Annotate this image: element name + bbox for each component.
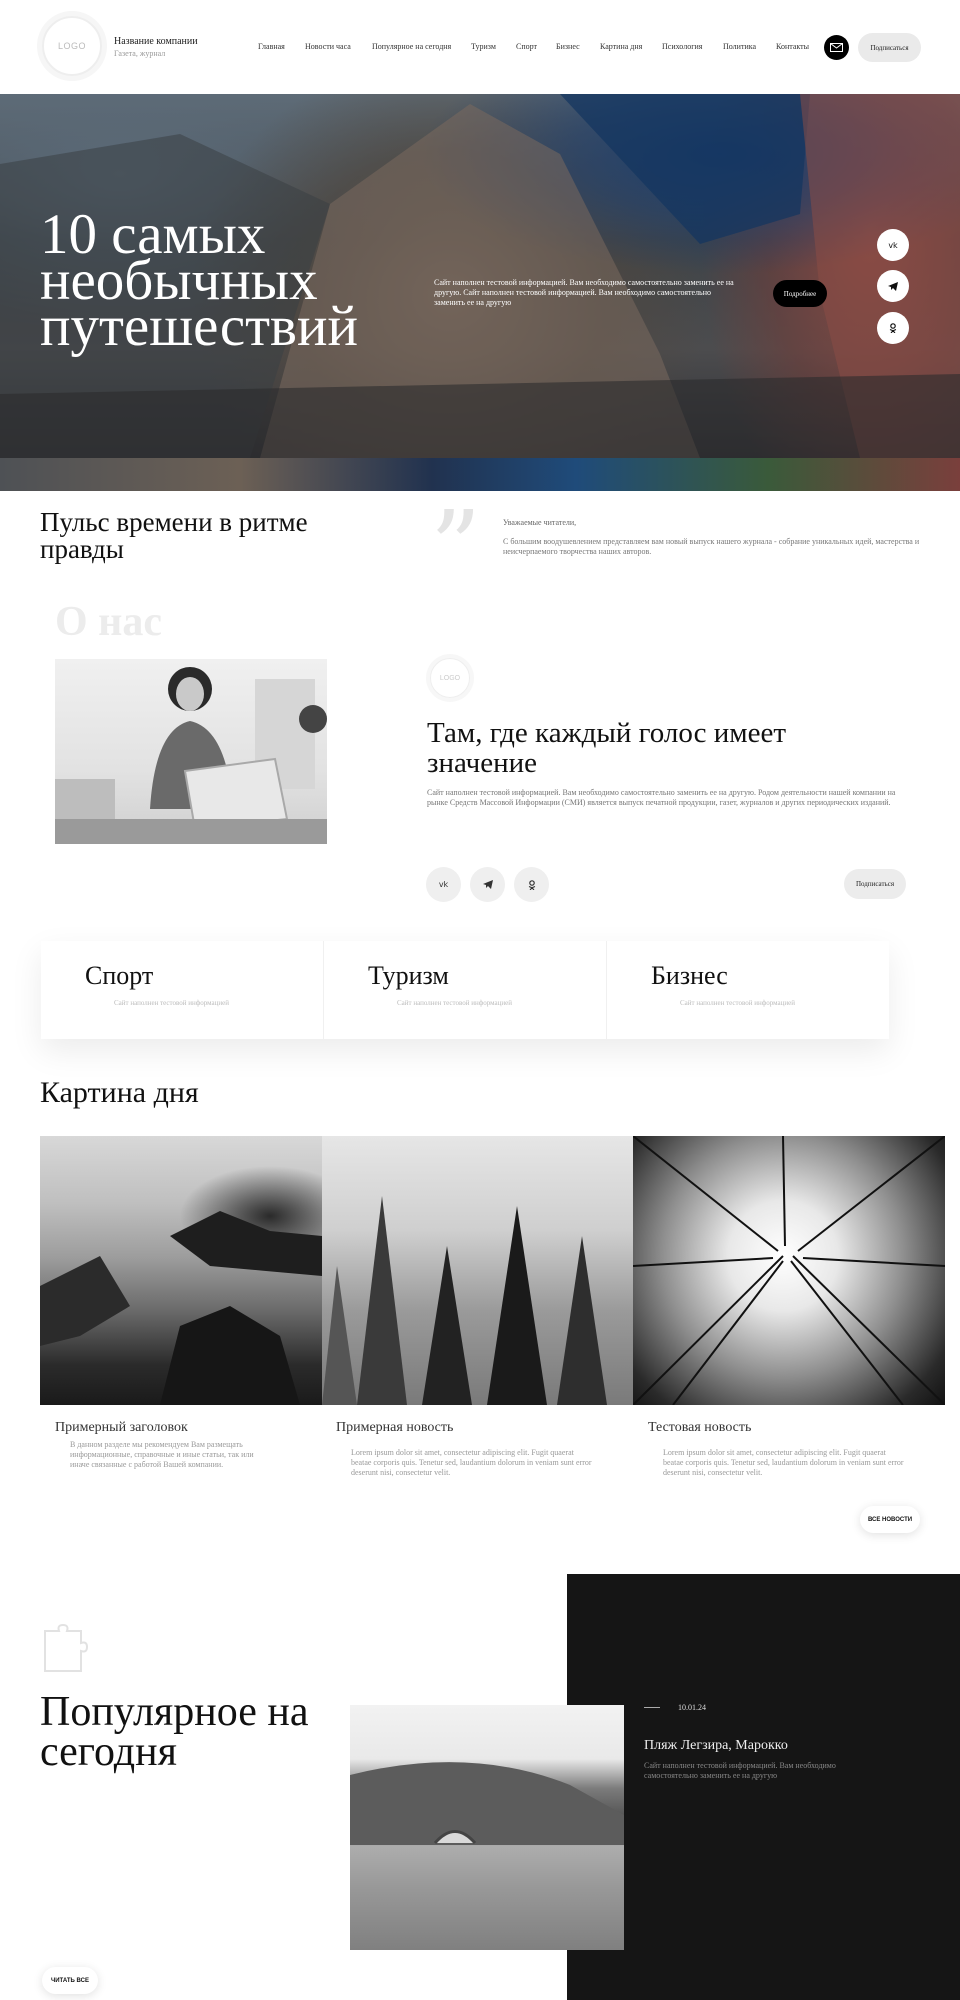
header-subscribe-button[interactable]: Подписаться: [858, 33, 921, 62]
about-vk-button[interactable]: vk: [426, 867, 461, 902]
hero-ok-button[interactable]: [877, 312, 909, 344]
logo-text: LOGO: [57, 41, 86, 51]
nav-item-tourism[interactable]: Туризм: [471, 42, 496, 51]
nav-item-contacts[interactable]: Контакты: [776, 42, 809, 51]
about-photo: [55, 659, 327, 844]
hero-bottom-strip-image: [0, 458, 960, 491]
about-text: Сайт наполнен тестовой информацией. Вам …: [427, 788, 896, 807]
nav-item-home[interactable]: Главная: [258, 42, 285, 51]
nav-item-sport[interactable]: Спорт: [516, 42, 537, 51]
hero-title: 10 самых необычных путешествий: [40, 203, 358, 358]
date-divider-line: [644, 1707, 660, 1708]
news-image-forest[interactable]: [322, 1136, 633, 1405]
category-subtitle: Сайт наполнен тестовой информацией: [397, 999, 513, 1007]
company-name: Название компании: [114, 36, 198, 47]
nav-item-business[interactable]: Бизнес: [556, 42, 580, 51]
news-title[interactable]: Примерный заголовок: [55, 1420, 188, 1436]
about-background-title: О нас: [55, 599, 163, 645]
hero-more-button[interactable]: Подробнее: [773, 280, 827, 307]
category-tourism[interactable]: Туризм Сайт наполнен тестовой информацие…: [324, 941, 607, 1039]
telegram-icon: [482, 880, 493, 889]
news-title[interactable]: Тестовая новость: [648, 1420, 751, 1436]
news-text: Lorem ipsum dolor sit amet, consectetur …: [351, 1448, 592, 1477]
news-title[interactable]: Примерная новость: [336, 1420, 453, 1436]
popular-title: Популярное на сегодня: [40, 1689, 309, 1775]
popular-image-beach[interactable]: [350, 1705, 624, 1950]
puzzle-icon: [44, 1623, 89, 1672]
popular-headline[interactable]: Пляж Легзира, Марокко: [644, 1738, 788, 1754]
about-subscribe-button[interactable]: Подписаться: [844, 869, 906, 899]
about-ok-button[interactable]: [514, 867, 549, 902]
ok-icon: [528, 879, 535, 890]
nav-item-politics[interactable]: Политика: [723, 42, 756, 51]
category-sport[interactable]: Спорт Сайт наполнен тестовой информацией: [41, 941, 324, 1039]
nav-item-news[interactable]: Новости часа: [305, 42, 351, 51]
nav-item-day-picture[interactable]: Картина дня: [600, 42, 642, 51]
ok-icon: [889, 323, 897, 333]
news-text: Lorem ipsum dolor sit amet, consectetur …: [663, 1448, 904, 1477]
tree-canopy-image: [632, 1135, 946, 1406]
mail-icon: [830, 43, 843, 52]
news-image-canopy[interactable]: [632, 1135, 946, 1406]
day-picture-title: Картина дня: [40, 1076, 199, 1109]
news-text: В данном разделе мы рекомендуем Вам разм…: [70, 1440, 254, 1469]
about-telegram-button[interactable]: [470, 867, 505, 902]
read-all-button[interactable]: ЧИТАТЬ ВСЕ: [42, 1967, 98, 1994]
rocks-image: [40, 1211, 322, 1405]
nav-item-popular[interactable]: Популярное на сегодня: [372, 42, 451, 51]
hero-text: Сайт наполнен тестовой информацией. Вам …: [434, 278, 734, 307]
woman-laptop-image: [55, 667, 327, 844]
about-logo: LOGO: [430, 658, 470, 698]
logo[interactable]: LOGO: [42, 16, 102, 76]
company-block: Название компании Газета, журнал: [114, 36, 198, 60]
popular-text: Сайт наполнен тестовой информацией. Вам …: [644, 1761, 836, 1780]
pulse-greeting: Уважаемые читатели,: [503, 518, 577, 527]
category-title: Спорт: [85, 961, 154, 990]
forest-image: [322, 1196, 607, 1405]
category-title: Туризм: [368, 961, 449, 990]
company-subtitle: Газета, журнал: [114, 49, 166, 58]
categories-panel: Спорт Сайт наполнен тестовой информацией…: [41, 941, 889, 1039]
pulse-text: С большим воодушевлением представляем ва…: [503, 537, 920, 556]
quote-icon: ”: [430, 489, 482, 606]
category-subtitle: Сайт наполнен тестовой информацией: [114, 999, 230, 1007]
hero-telegram-button[interactable]: [877, 270, 909, 302]
popular-dark-panel: [567, 1574, 960, 2000]
nav-item-psychology[interactable]: Психология: [662, 42, 702, 51]
category-subtitle: Сайт наполнен тестовой информацией: [680, 999, 796, 1007]
mail-button[interactable]: [824, 35, 849, 60]
category-business[interactable]: Бизнес Сайт наполнен тестовой информацие…: [607, 941, 889, 1039]
all-news-button[interactable]: ВСЕ НОВОСТИ: [860, 1506, 920, 1533]
telegram-icon: [888, 281, 898, 291]
vk-icon: vk: [888, 240, 898, 250]
popular-date: 10.01.24: [678, 1703, 706, 1712]
pulse-title: Пульс времени в ритме правды: [40, 507, 308, 564]
vk-icon: vk: [438, 880, 449, 889]
news-image-rocks[interactable]: [40, 1136, 322, 1405]
about-title: Там, где каждый голос имеет значение: [427, 717, 787, 779]
site-header: LOGO Название компании Газета, журнал Гл…: [0, 0, 960, 94]
beach-arch-image: [350, 1762, 624, 1950]
hero-vk-button[interactable]: vk: [877, 229, 909, 261]
category-title: Бизнес: [651, 961, 728, 990]
